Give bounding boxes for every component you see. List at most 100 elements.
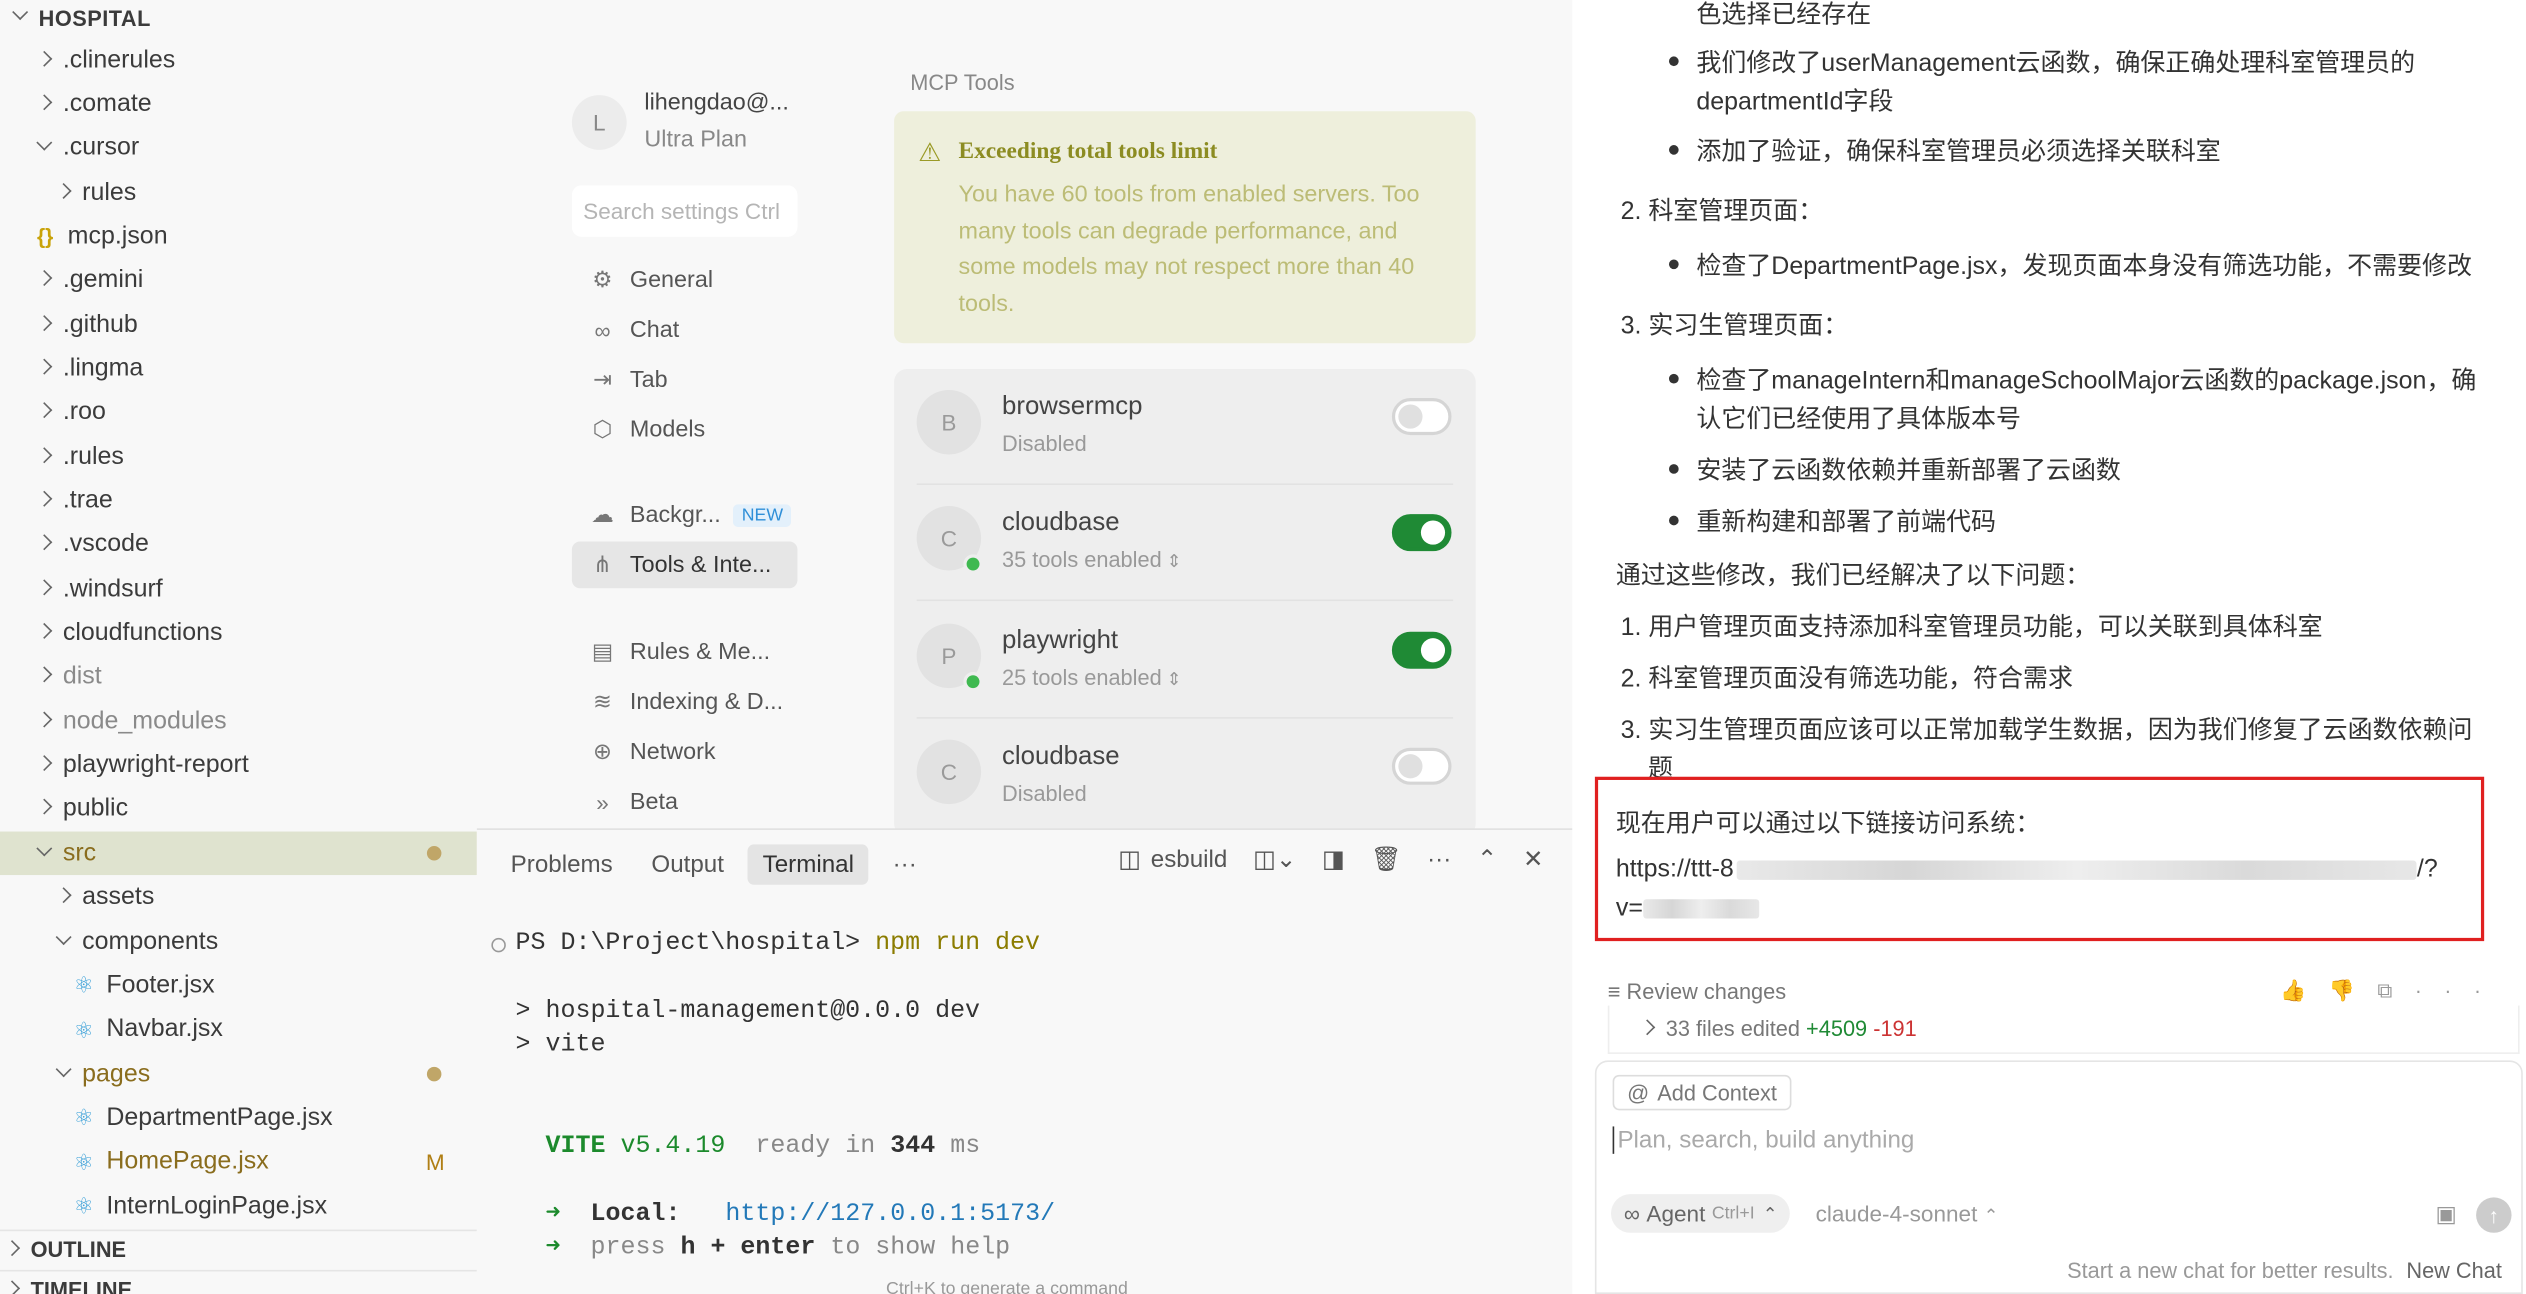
add-context-button[interactable]: @ Add Context bbox=[1612, 1074, 1792, 1111]
files-edited-summary[interactable]: 33 files edited +4509 -191 bbox=[1607, 1005, 2520, 1054]
settings-nav-item[interactable]: ☁ Backgr... NEW bbox=[572, 492, 798, 539]
warning-icon: ⚠ bbox=[918, 140, 942, 168]
tree-item[interactable]: .trae bbox=[0, 479, 477, 523]
outline-section[interactable]: OUTLINE bbox=[0, 1229, 477, 1269]
access-url-link[interactable]: https://ttt-8 /? bbox=[1616, 856, 2438, 885]
tab-problems[interactable]: Problems bbox=[496, 844, 627, 884]
settings-nav-label: General bbox=[629, 266, 714, 293]
server-status[interactable]: 25 tools enabled ⇕ bbox=[1002, 665, 1181, 689]
tree-item[interactable]: components bbox=[0, 920, 477, 964]
tree-item[interactable]: pages bbox=[0, 1052, 477, 1096]
tree-item[interactable]: rules bbox=[0, 171, 477, 215]
tree-item[interactable]: .roo bbox=[0, 391, 477, 435]
tree-item[interactable]: node_modules bbox=[0, 700, 477, 744]
tree-item[interactable]: public bbox=[0, 788, 477, 832]
server-toggle[interactable] bbox=[1391, 398, 1452, 436]
tree-item[interactable]: {} mcp.json bbox=[0, 215, 477, 259]
tab-terminal[interactable]: Terminal bbox=[748, 843, 869, 884]
vite-version: v5.4.19 bbox=[620, 1131, 726, 1161]
tree-item[interactable]: .comate bbox=[0, 83, 477, 127]
send-button[interactable]: ↑ bbox=[2476, 1197, 2512, 1233]
model-selector[interactable]: claude-4-sonnet ⌃ bbox=[1816, 1201, 1999, 1227]
new-chat-button[interactable]: New Chat bbox=[2406, 1259, 2502, 1283]
review-changes-button[interactable]: ≡ Review changes bbox=[1608, 980, 1786, 1004]
server-status[interactable]: 35 tools enabled ⇕ bbox=[1002, 548, 1181, 572]
settings-nav-item[interactable]: ≋ Indexing & D... bbox=[572, 678, 798, 725]
database-icon: ≋ bbox=[593, 688, 612, 714]
thumbs-up-icon[interactable]: 👍 bbox=[2280, 978, 2329, 1002]
terminal-name[interactable]: esbuild bbox=[1151, 845, 1228, 872]
split-editor-icon[interactable]: ◨ bbox=[1322, 844, 1345, 873]
settings-nav-item[interactable]: ⬡ Models bbox=[572, 406, 798, 453]
tree-item[interactable]: ⚛ Navbar.jsx bbox=[0, 1008, 477, 1052]
settings-nav-item[interactable]: » Beta bbox=[572, 778, 798, 825]
settings-nav-label: Models bbox=[629, 416, 706, 443]
arrow-icon: ➜ bbox=[545, 1232, 561, 1262]
tree-item[interactable]: ⚛ DepartmentPage.jsx bbox=[0, 1096, 477, 1140]
tree-item[interactable]: .rules bbox=[0, 435, 477, 479]
trash-icon[interactable]: 🗑 bbox=[1371, 844, 1402, 873]
more-tabs-button[interactable]: ··· bbox=[878, 844, 931, 884]
chat-text: 2. 科室管理页面没有筛选功能，符合需求 bbox=[1620, 665, 2073, 693]
close-panel-icon[interactable]: ✕ bbox=[1523, 844, 1543, 873]
terminal-output[interactable]: PS D:\Project\hospital> npm run dev > ho… bbox=[516, 927, 1056, 1265]
tree-item[interactable]: .github bbox=[0, 303, 477, 347]
user-plan: Ultra Plan bbox=[644, 127, 747, 154]
settings-nav-label: Tab bbox=[629, 366, 668, 393]
terminal-split-icon[interactable]: ◫ bbox=[1118, 844, 1141, 873]
copy-icon[interactable]: ⧉ bbox=[2377, 978, 2415, 1002]
tree-item[interactable]: cloudfunctions bbox=[0, 612, 477, 656]
tree-item[interactable]: .clinerules bbox=[0, 39, 477, 83]
tree-item[interactable]: .cursor bbox=[0, 127, 477, 171]
tree-item-label: .trae bbox=[62, 486, 113, 515]
tree-item-label: .github bbox=[62, 310, 138, 338]
tree-item[interactable]: .lingma bbox=[0, 347, 477, 391]
maximize-panel-icon[interactable]: ⌃ bbox=[1477, 844, 1497, 873]
settings-nav-item[interactable]: ⚙ General bbox=[572, 256, 798, 303]
tree-item[interactable]: assets bbox=[0, 876, 477, 920]
thumbs-down-icon[interactable]: 👎 bbox=[2329, 978, 2378, 1002]
settings-nav-item[interactable]: ⊕ Network bbox=[572, 728, 798, 775]
local-url-link[interactable]: http://127.0.0.1:5173/ bbox=[725, 1199, 1055, 1228]
more-icon[interactable]: ··· bbox=[2415, 978, 2504, 1002]
expand-icon[interactable]: ⇕ bbox=[1162, 670, 1182, 689]
chevron-down-icon bbox=[8, 6, 31, 29]
chevron-right-icon bbox=[32, 93, 55, 116]
tree-item[interactable]: dist bbox=[0, 656, 477, 700]
tree-item[interactable]: src bbox=[0, 832, 477, 876]
expand-icon[interactable]: ⇕ bbox=[1162, 553, 1182, 572]
settings-nav-item[interactable]: ⇥ Tab bbox=[572, 356, 798, 403]
mcp-server-list: Bbrowsermcp Disabled Ccloudbase 35 tools en… bbox=[894, 369, 1476, 837]
server-avatar: C bbox=[916, 739, 982, 804]
chat-input[interactable]: Plan, search, build anything bbox=[1612, 1126, 1914, 1154]
tools-limit-warning: ⚠ Exceeding total tools limit You have 6… bbox=[894, 111, 1476, 344]
agent-mode-button[interactable]: ∞ Agent Ctrl+I ⌃ bbox=[1611, 1194, 1791, 1233]
server-toggle[interactable] bbox=[1391, 514, 1452, 552]
tree-item[interactable]: .gemini bbox=[0, 259, 477, 303]
settings-nav-item[interactable]: ⋔ Tools & Inte... bbox=[571, 541, 798, 589]
tab-output[interactable]: Output bbox=[637, 844, 739, 884]
tree-item[interactable]: playwright-report bbox=[0, 744, 477, 788]
timeline-section[interactable]: TIMELINE bbox=[0, 1269, 477, 1294]
tree-item[interactable]: ⚛ HomePage.jsx M bbox=[0, 1141, 477, 1185]
tree-item[interactable]: .vscode bbox=[0, 523, 477, 567]
more-actions-icon[interactable]: ··· bbox=[1427, 845, 1451, 872]
globe-icon: ⊕ bbox=[593, 738, 612, 764]
settings-search-input[interactable]: Search settings Ctrl bbox=[571, 185, 798, 237]
layout-dropdown-icon[interactable]: ◫⌄ bbox=[1253, 844, 1296, 873]
tree-item-label: rules bbox=[82, 178, 137, 206]
feedback-actions[interactable]: 👍👎⧉··· bbox=[2280, 978, 2503, 1004]
explorer-root-header[interactable]: HOSPITAL bbox=[0, 0, 477, 35]
chat-text: 添加了验证，确保科室管理员必须选择关联科室 bbox=[1696, 138, 2221, 166]
tree-item[interactable]: ⚛ InternLoginPage.jsx bbox=[0, 1185, 477, 1229]
settings-nav-item[interactable]: ∞ Chat bbox=[572, 306, 798, 353]
server-toggle[interactable] bbox=[1391, 747, 1452, 785]
server-toggle[interactable] bbox=[1391, 631, 1452, 669]
tree-item[interactable]: .windsurf bbox=[0, 568, 477, 612]
chevron-right-icon bbox=[32, 49, 55, 72]
bullet bbox=[1668, 56, 1679, 67]
settings-nav-item[interactable]: ▤ Rules & Me... bbox=[572, 628, 798, 675]
tree-item-label: playwright-report bbox=[62, 751, 249, 779]
image-upload-icon[interactable]: ▣ bbox=[2435, 1201, 2456, 1228]
tree-item[interactable]: ⚛ Footer.jsx bbox=[0, 964, 477, 1008]
